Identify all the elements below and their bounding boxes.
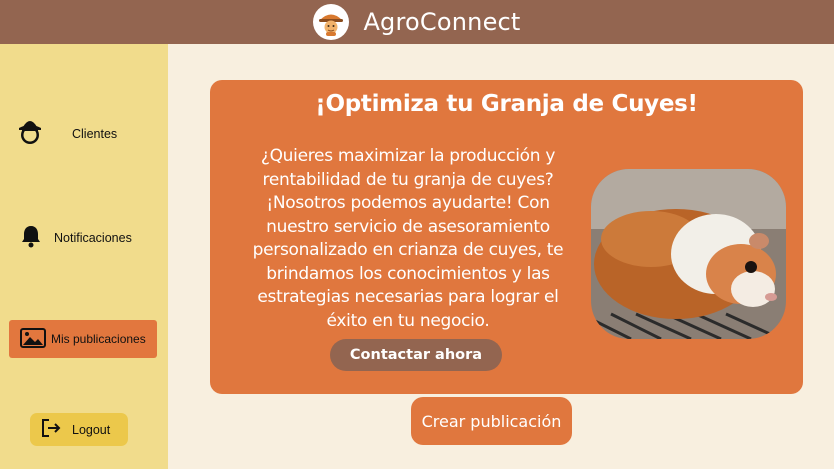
sidebar-item-clientes[interactable]: Clientes (14, 116, 117, 151)
sidebar-item-mis-publicaciones[interactable]: Mis publicaciones (9, 320, 157, 358)
sidebar: Clientes Notificaciones Mis publicacione… (0, 44, 168, 469)
sidebar-item-label: Notificaciones (54, 230, 132, 245)
farmer-hat-icon (14, 116, 46, 151)
promo-line: rentabilidad de tu granja de cuyes? (262, 169, 554, 190)
sidebar-item-label: Mis publicaciones (51, 332, 146, 346)
promo-description: ¿Quieres maximizar la producción y renta… (228, 145, 588, 333)
promo-card: ¡Optimiza tu Granja de Cuyes! ¿Quieres m… (210, 80, 803, 394)
bell-icon (20, 224, 42, 251)
app-logo-icon[interactable] (313, 4, 350, 40)
logout-button[interactable]: Logout (30, 413, 128, 446)
promo-line: brindamos los conocimientos y las (266, 263, 550, 284)
promo-line: éxito en tu negocio. (326, 310, 490, 331)
promo-line: ¡Nosotros podemos ayudarte! Con (266, 193, 550, 213)
promo-line: personalizado en crianza de cuyes, te (252, 240, 564, 260)
promo-line: ¿Quieres maximizar la producción y (260, 146, 556, 166)
promo-line: estrategias necesarias para lograr el (257, 287, 559, 307)
sidebar-item-notificaciones[interactable]: Notificaciones (20, 224, 132, 251)
promo-title: ¡Optimiza tu Granja de Cuyes! (315, 91, 698, 117)
main-content: ¡Optimiza tu Granja de Cuyes! ¿Quieres m… (168, 44, 834, 469)
logout-label: Logout (72, 422, 111, 437)
promo-line: nuestro servicio de asesoramiento (266, 216, 550, 237)
image-icon (20, 327, 46, 351)
sidebar-item-label: Clientes (72, 126, 118, 141)
guinea-pig-photo (591, 169, 786, 339)
create-publication-button[interactable]: Crear publicación (411, 397, 572, 445)
top-bar: AgroConnect (0, 0, 834, 44)
contact-now-button[interactable]: Contactar ahora (330, 339, 502, 371)
app-title: AgroConnect (363, 8, 521, 36)
logout-icon (40, 418, 62, 441)
